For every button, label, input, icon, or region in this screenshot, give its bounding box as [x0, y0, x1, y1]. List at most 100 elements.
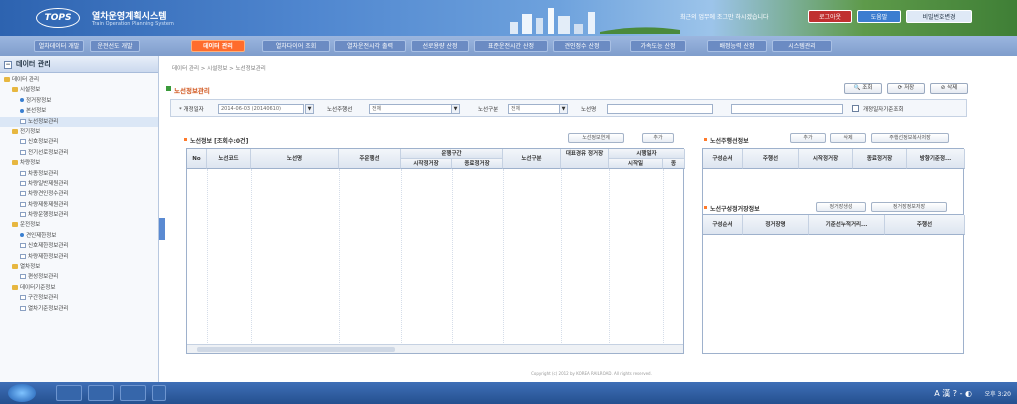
clock: 오후 3:20 — [984, 391, 1011, 398]
start-button[interactable] — [8, 384, 36, 402]
delete-main-line-button[interactable]: 삭제 — [830, 133, 866, 143]
col-no: No — [187, 149, 207, 169]
save-station-button[interactable]: 정거장정보저장 — [871, 202, 947, 212]
nav-item-time-print[interactable]: 열차운전시각 출력 — [334, 40, 406, 52]
delete-button[interactable]: ⊘ 삭제 — [930, 83, 968, 94]
col-start-station: 시작정거장 — [401, 159, 452, 169]
revision-date-checkbox[interactable] — [852, 105, 859, 112]
notice-text: 최근의 업무에 조그만 하시겠습니다 — [680, 14, 769, 21]
nav-item-train-data[interactable]: 열차데이터 개발 — [34, 40, 84, 52]
nav-item-acceleration[interactable]: 가속도능 산정 — [630, 40, 686, 52]
sidebar-item-label: 차량제동제원관리 — [28, 201, 69, 208]
sidebar-item-label: 열차기준정보관리 — [28, 305, 69, 312]
sidebar-item[interactable]: 차량일반제원관리 — [0, 179, 158, 189]
nav-item-system[interactable]: 시스템관리 — [772, 40, 832, 52]
sidebar-item[interactable]: 견인제한정보 — [0, 231, 158, 241]
sidebar-item[interactable]: 차량견인정수관리 — [0, 189, 158, 199]
sidebar-toggle-handle[interactable] — [159, 218, 165, 240]
sidebar-item[interactable]: 차량운행정보관리 — [0, 210, 158, 220]
sidebar-item-label: 정거장정보 — [26, 97, 52, 104]
skyline-illustration — [510, 8, 680, 34]
route-name-label: 노선명 — [581, 107, 597, 113]
chevron-down-icon[interactable]: ▼ — [451, 104, 460, 114]
footer-copyright: Copyright (c) 2012 by KOREA RAILROAD. Al… — [531, 371, 652, 376]
col-main-station: 대표경유 정거장 — [561, 149, 609, 169]
sidebar-item-label: 시설정보 — [20, 87, 41, 94]
page-icon — [20, 118, 26, 124]
sidebar-item[interactable]: 본선정보 — [0, 106, 158, 116]
scroll-thumb[interactable] — [197, 347, 396, 352]
sidebar-item[interactable]: 데이터기준정보 — [0, 283, 158, 293]
generate-station-button[interactable]: 정거장생성 — [816, 202, 866, 212]
sidebar-item[interactable]: 시설정보 — [0, 85, 158, 95]
sidebar-item[interactable]: 구간정보관리 — [0, 293, 158, 303]
sidebar-item[interactable]: 차량제동제원관리 — [0, 200, 158, 210]
page-icon — [20, 305, 26, 311]
logout-button[interactable]: 로그아웃 — [808, 10, 852, 23]
breadcrumb: 데이터 관리 > 시설정보 > 노선정보관리 — [172, 66, 266, 72]
sidebar-item-label: 열차정보 — [20, 264, 41, 271]
chevron-down-icon[interactable]: ▼ — [559, 104, 568, 114]
dot-icon — [20, 233, 24, 238]
sidebar-header[interactable]: − 데이터 관리 — [0, 56, 158, 73]
sidebar-item[interactable]: 차량정보 — [0, 158, 158, 168]
sidebar-item[interactable]: 차량제한정보관리 — [0, 252, 158, 262]
note-input[interactable] — [731, 104, 843, 114]
nav-item-allocation[interactable]: 배정능력 산정 — [707, 40, 767, 52]
sidebar-item[interactable]: 신호정보관리 — [0, 137, 158, 147]
save-button[interactable]: ⟳ 저장 — [887, 83, 925, 94]
sidebar-item-label: 전기선로정보관리 — [28, 149, 69, 156]
sidebar-item[interactable]: 열차정보 — [0, 262, 158, 272]
sidebar-item[interactable]: 정거장정보 — [0, 96, 158, 106]
nav-item-standard-time[interactable]: 표준운전시간 산정 — [474, 40, 548, 52]
sidebar-item[interactable]: 운전정보 — [0, 220, 158, 230]
sidebar-item[interactable]: 차종정보관리 — [0, 169, 158, 179]
sidebar-item-label: 데이터기준정보 — [20, 284, 56, 291]
page-icon — [20, 180, 26, 186]
add-main-line-button[interactable]: 추가 — [790, 133, 826, 143]
add-route-button[interactable]: 추가 — [642, 133, 674, 143]
sidebar-item-label: 신호제한정보관리 — [28, 243, 69, 250]
system-tray[interactable]: A 漢 ? - ◐ — [934, 388, 972, 399]
nav-item-capacity[interactable]: 선로용량 산정 — [411, 40, 469, 52]
taskbar-app-window[interactable] — [152, 385, 166, 401]
change-password-button[interactable]: 비밀번호변경 — [906, 10, 972, 23]
taskbar-app-folder[interactable] — [88, 385, 114, 401]
route-type-select[interactable]: 전체 — [508, 104, 560, 114]
col-route-code: 노선코드 — [207, 149, 251, 169]
route-type-label: 노선구분 — [478, 107, 499, 113]
folder-icon — [12, 222, 18, 228]
sidebar-item[interactable]: 열차기준정보관리 — [0, 304, 158, 314]
route-name-input[interactable] — [607, 104, 713, 114]
sidebar-item[interactable]: 노선정보관리 — [0, 116, 158, 127]
sidebar-item[interactable]: 전기선로정보관리 — [0, 148, 158, 158]
direction-select[interactable]: 전체 — [369, 104, 455, 114]
route-link-button[interactable]: 노선정보연계 — [568, 133, 624, 143]
nav-item-run-curve[interactable]: 운전선도 개발 — [90, 40, 140, 52]
collapse-icon[interactable]: − — [4, 61, 12, 69]
search-bar: * 개정일자 2014-06-03 (20140610) ▼ 노선주행선 전체 … — [170, 99, 967, 117]
taskbar-app-media[interactable] — [120, 385, 146, 401]
sidebar-item[interactable]: 편성정보관리 — [0, 272, 158, 282]
page-title: 노선정보관리 — [166, 86, 210, 95]
sidebar-item[interactable]: 데이터 관리 — [0, 75, 158, 85]
tops-logo[interactable]: TOPS — [36, 8, 80, 28]
col-order: 구성순서 — [703, 149, 743, 169]
date-select[interactable]: 2014-06-03 (20140610) — [218, 104, 304, 114]
help-button[interactable]: 도움말 — [857, 10, 901, 23]
copy-main-line-button[interactable]: 주행선정보복사저장 — [871, 133, 949, 143]
sidebar-item[interactable]: 전기정보 — [0, 127, 158, 137]
horizontal-scrollbar[interactable] — [187, 344, 683, 353]
sidebar-item-label: 데이터 관리 — [12, 77, 40, 83]
nav-item-diagram[interactable]: 열차다이어 조회 — [262, 40, 330, 52]
sidebar-item-label: 차량제한정보관리 — [28, 253, 69, 260]
sidebar-item-label: 차량운행정보관리 — [28, 212, 69, 219]
search-button[interactable]: 🔍 조회 — [844, 83, 882, 94]
sidebar-item[interactable]: 신호제한정보관리 — [0, 241, 158, 251]
nav-item-traction[interactable]: 견인정수 산정 — [553, 40, 611, 52]
system-subtitle: Train Operation Planning System — [92, 21, 174, 27]
taskbar-app-ie[interactable] — [56, 385, 82, 401]
nav-item-data-management[interactable]: 데이터 관리 — [191, 40, 245, 52]
chevron-down-icon[interactable]: ▼ — [305, 104, 314, 114]
page-icon — [20, 149, 26, 155]
